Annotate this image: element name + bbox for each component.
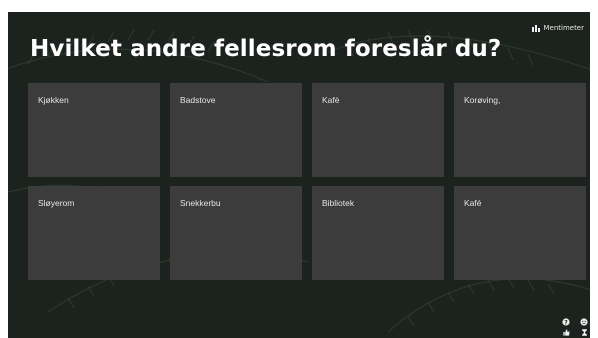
response-text: Sløyerom bbox=[38, 198, 75, 208]
response-text: Snekkerbu bbox=[180, 198, 221, 208]
brand-logo: Mentimeter bbox=[532, 24, 584, 32]
response-card: Sløyerom bbox=[28, 186, 160, 280]
response-text: Bibliotek bbox=[322, 198, 355, 208]
response-card: Kafè bbox=[312, 83, 444, 177]
brand-name: Mentimeter bbox=[543, 24, 584, 32]
thumbs-up-icon bbox=[563, 329, 570, 336]
reactions-button[interactable] bbox=[580, 318, 588, 326]
mentimeter-logo-icon bbox=[532, 24, 541, 32]
help-button[interactable]: ? bbox=[562, 318, 570, 326]
timer-button[interactable] bbox=[581, 329, 588, 336]
response-text: Korøving, bbox=[464, 95, 501, 105]
reactions-icon bbox=[580, 318, 588, 326]
like-button[interactable] bbox=[563, 329, 570, 336]
response-card: Bibliotek bbox=[312, 186, 444, 280]
presentation-slide: Mentimeter Hvilket andre fellesrom fores… bbox=[8, 12, 590, 338]
response-card: Badstove bbox=[170, 83, 302, 177]
response-card: Kjøkken bbox=[28, 83, 160, 177]
response-text: Badstove bbox=[180, 95, 216, 105]
svg-text:?: ? bbox=[564, 319, 568, 326]
response-card: Korøving, bbox=[454, 83, 586, 177]
response-text: Kafè bbox=[322, 95, 340, 105]
response-card: Snekkerbu bbox=[170, 186, 302, 280]
question-title: Hvilket andre fellesrom foreslår du? bbox=[30, 36, 502, 62]
response-text: Kjøkken bbox=[38, 95, 69, 105]
hourglass-icon bbox=[582, 329, 587, 336]
help-icon: ? bbox=[562, 318, 570, 326]
response-text: Kafé bbox=[464, 198, 482, 208]
response-card: Kafé bbox=[454, 186, 586, 280]
